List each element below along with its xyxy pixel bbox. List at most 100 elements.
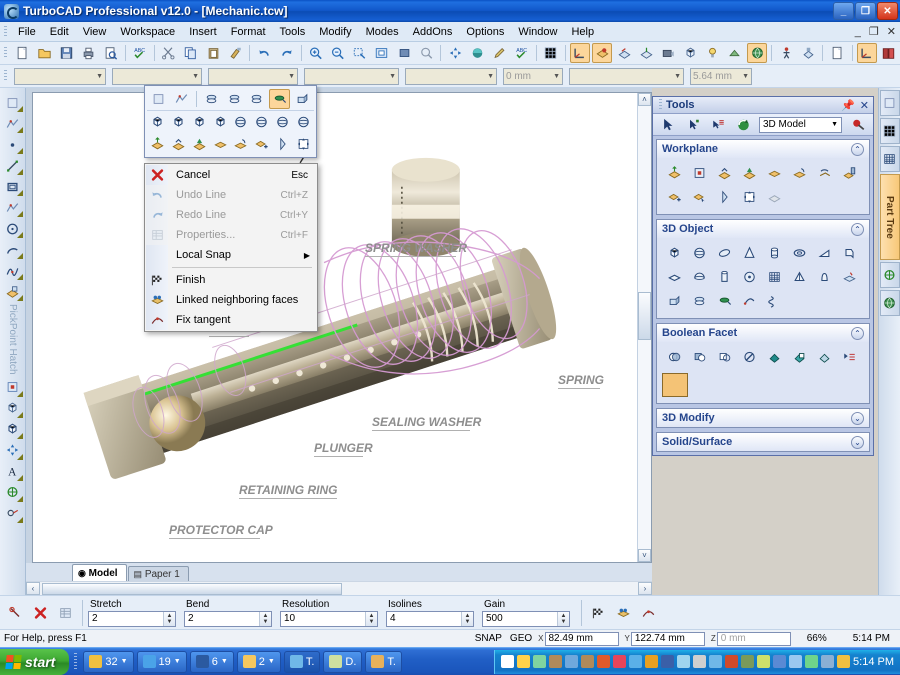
sphere-face-icon[interactable] — [232, 112, 251, 132]
section-header[interactable]: Boolean Facet ⌃ — [657, 324, 869, 342]
linked-faces-icon[interactable] — [613, 603, 634, 623]
workplane-by-facet-icon[interactable] — [190, 134, 209, 154]
grid-icon[interactable] — [541, 43, 561, 63]
taskbar-grip[interactable] — [72, 650, 81, 673]
bell-icon[interactable] — [812, 266, 836, 288]
taskbar-item-D[interactable]: D. — [323, 650, 363, 673]
menu-item-modes[interactable]: Modes — [359, 24, 406, 40]
combo-field-5[interactable]: ▼ — [405, 67, 497, 85]
toolbar-grip[interactable] — [2, 45, 9, 61]
section-header[interactable]: Workplane ⌃ — [657, 140, 869, 158]
combo-field-8[interactable]: 5.64 mm ▼ — [690, 67, 752, 85]
combo-toolbar-grip[interactable] — [2, 68, 9, 84]
workplane-select-icon[interactable] — [687, 186, 711, 208]
workplane-save-icon[interactable] — [837, 162, 861, 184]
polyline-icon[interactable] — [2, 197, 24, 218]
tray-icon[interactable] — [821, 655, 835, 668]
paste-icon[interactable] — [203, 43, 223, 63]
select-node-icon[interactable] — [171, 89, 192, 109]
tube-icon[interactable] — [712, 266, 736, 288]
snap-cursor-icon[interactable] — [5, 603, 26, 623]
coordinate-y[interactable]: Y 122.74 mm — [625, 631, 705, 646]
spinner-arrows-icon[interactable]: ▲ ▼ — [365, 611, 377, 626]
solid-3d-icon[interactable] — [2, 419, 24, 440]
redo-icon[interactable] — [276, 43, 296, 63]
workplane-move-icon[interactable] — [252, 134, 271, 154]
spinner-arrows-icon[interactable]: ▲ ▼ — [557, 611, 569, 626]
sphere-edge-icon[interactable] — [252, 112, 271, 132]
taskbar-item-T[interactable]: T. — [283, 650, 321, 673]
workplane-by-entity-icon[interactable] — [169, 134, 188, 154]
workplane-align-icon[interactable] — [787, 162, 811, 184]
box-view-icon[interactable] — [681, 43, 701, 63]
zoom-extents-icon[interactable] — [372, 43, 392, 63]
chevron-down-icon[interactable]: ⌄ — [851, 435, 864, 449]
camera-icon[interactable] — [659, 43, 679, 63]
tray-icon-group[interactable] — [501, 655, 851, 668]
tray-icon[interactable] — [741, 655, 755, 668]
workplane-by-3points-icon[interactable] — [762, 162, 786, 184]
menu-item-cancel[interactable]: Cancel Esc — [146, 165, 316, 185]
tab-model[interactable]: ◉ Model — [72, 564, 127, 581]
menu-item-edit[interactable]: Edit — [43, 24, 76, 40]
mdi-restore-button[interactable]: ❐ — [865, 25, 883, 38]
torus-icon[interactable] — [787, 242, 811, 264]
print-icon[interactable] — [78, 43, 98, 63]
wedge-icon[interactable] — [812, 242, 836, 264]
scroll-left-button[interactable]: ‹ — [26, 582, 40, 595]
tray-icon[interactable] — [725, 655, 739, 668]
render-icon[interactable] — [467, 43, 487, 63]
part-tree-tab[interactable]: Part Tree — [879, 174, 900, 260]
render-tab[interactable] — [879, 290, 900, 316]
design-director-tab[interactable] — [879, 118, 900, 144]
ucs-icon[interactable] — [856, 43, 877, 63]
maximize-button[interactable]: ❐ — [855, 2, 876, 20]
workplane-align-icon[interactable] — [232, 134, 251, 154]
workplane-tool-icon[interactable] — [614, 43, 634, 63]
new-file-icon[interactable] — [12, 43, 32, 63]
chevron-down-icon[interactable]: ▼ — [174, 658, 181, 665]
constraint-icon[interactable] — [2, 482, 24, 503]
curve-icon[interactable] — [2, 260, 24, 281]
copy-icon[interactable] — [181, 43, 201, 63]
tray-icon[interactable] — [693, 655, 707, 668]
coordinate-z[interactable]: Z 0 mm — [711, 631, 791, 646]
cone-icon[interactable] — [737, 242, 761, 264]
select-face-icon[interactable] — [706, 114, 730, 136]
model-mode-select[interactable]: 3D Model ▼ — [759, 116, 842, 133]
pyramid-icon[interactable] — [787, 266, 811, 288]
box-solid-icon[interactable] — [190, 112, 209, 132]
drawing-canvas[interactable]: SPRING WASHERBODYSPRINGSEALING WASHERPLU… — [32, 92, 652, 563]
tray-icon[interactable] — [677, 655, 691, 668]
render-material-icon[interactable] — [846, 114, 870, 136]
spinner-arrows-icon[interactable]: ▲ ▼ — [163, 611, 175, 626]
extrude-icon[interactable] — [292, 89, 313, 109]
select-arrow-icon[interactable] — [148, 89, 169, 109]
select-arrow-icon[interactable] — [2, 92, 24, 113]
chevron-up-icon[interactable]: ⌃ — [851, 326, 864, 340]
spinner-arrows-icon[interactable]: ▲ ▼ — [259, 611, 271, 626]
geo-indicator[interactable]: GEO — [510, 633, 532, 644]
coordinate-x[interactable]: X 82.49 mm — [538, 631, 619, 646]
workplane-move-icon[interactable] — [662, 186, 686, 208]
tools-panel-grip[interactable] — [657, 97, 664, 113]
tray-icon[interactable] — [805, 655, 819, 668]
workplane-by-world-icon[interactable] — [569, 43, 591, 63]
spell-check-icon[interactable]: ABC — [130, 43, 150, 63]
mdi-minimize-button[interactable]: _ — [851, 26, 865, 38]
facet-intersect-icon[interactable] — [812, 346, 836, 368]
workplane-fill-icon[interactable] — [592, 43, 613, 63]
loft-icon[interactable] — [737, 290, 761, 312]
spinner-arrows-icon[interactable]: ▲ ▼ — [461, 611, 473, 626]
render-scene-icon[interactable] — [747, 43, 768, 63]
chevron-up-icon[interactable]: ⌃ — [851, 222, 864, 236]
sphere-wire-icon[interactable] — [294, 112, 313, 132]
menu-item-window[interactable]: Window — [511, 24, 564, 40]
workplane-by-entity-icon[interactable] — [712, 162, 736, 184]
node-edit-icon[interactable] — [2, 113, 24, 134]
tray-icon[interactable] — [581, 655, 595, 668]
section-header[interactable]: Solid/Surface ⌄ — [657, 433, 869, 451]
print-3d-icon[interactable] — [798, 43, 818, 63]
revolve-3-icon[interactable] — [246, 89, 267, 109]
revolve-2-icon[interactable] — [224, 89, 245, 109]
